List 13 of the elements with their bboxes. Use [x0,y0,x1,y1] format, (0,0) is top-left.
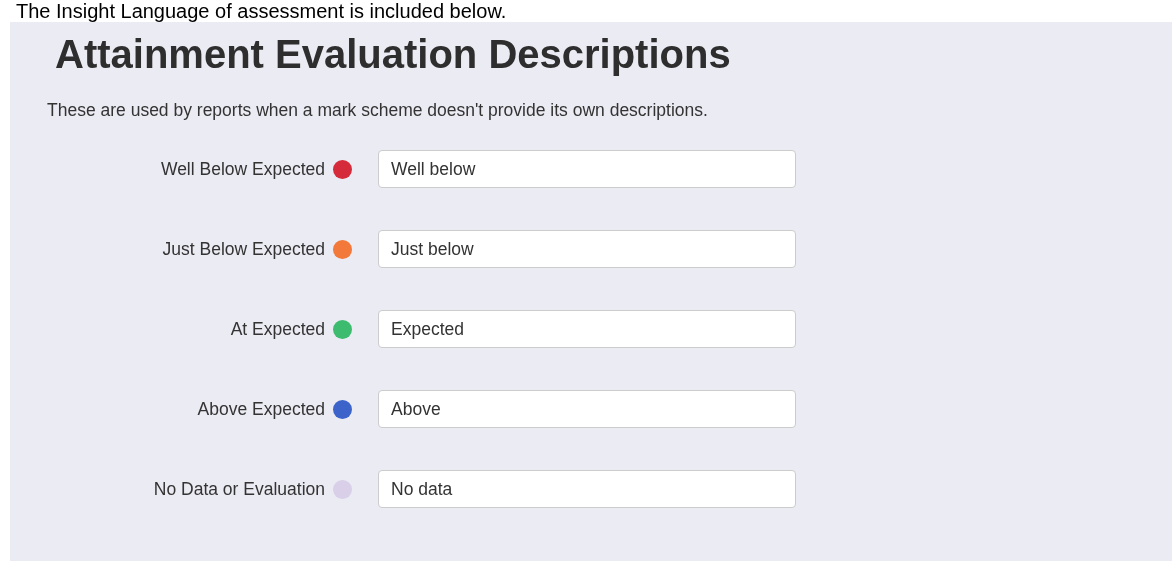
description-field[interactable]: Just below [378,230,796,268]
level-label: No Data or Evaluation [152,478,325,500]
description-text: These are used by reports when a mark scheme doesn't provide its own descriptions. [47,100,709,121]
description-field[interactable]: Well below [378,150,796,188]
level-label: At Expected [229,318,325,340]
description-field[interactable]: Expected [378,310,796,348]
section-title: Attainment Evaluation Descriptions [55,31,732,78]
description-field[interactable]: Above [378,390,796,428]
description-field[interactable]: No data [378,470,796,508]
level-label: Just Below Expected [161,238,325,260]
level-label: Well Below Expected [159,158,325,180]
intro-text: The Insight Language of assessment is included below. [15,0,508,22]
level-label: Above Expected [196,398,325,420]
